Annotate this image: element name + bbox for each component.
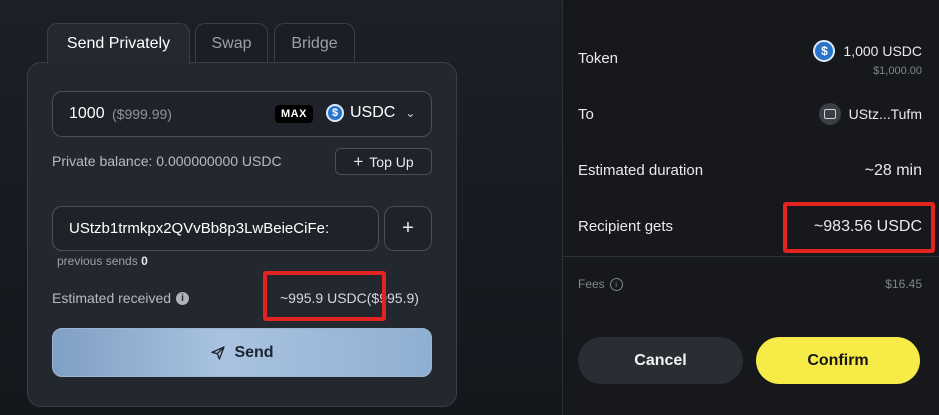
token-fiat: $1,000.00 [873, 65, 922, 77]
highlight-box [263, 271, 386, 321]
add-recipient-button[interactable]: + [384, 206, 432, 251]
send-icon [211, 345, 226, 360]
send-label: Send [234, 343, 274, 361]
token-label: Token [578, 50, 619, 67]
to-address-row: UStz...Tufm [818, 103, 922, 125]
fees-row: Fees i [578, 277, 623, 291]
token-amount-row: $ 1,000 USDC [813, 40, 922, 62]
recipient-gets-label: Recipient gets [578, 218, 674, 235]
tab-label: Bridge [291, 34, 338, 52]
private-balance: Private balance: 0.000000000 USDC [52, 153, 282, 169]
plus-icon: + [353, 152, 364, 171]
wallet-icon [818, 103, 841, 125]
previous-sends: previous sends 0 [57, 254, 148, 268]
previous-sends-label: previous sends [57, 254, 138, 268]
tab-bridge[interactable]: Bridge [274, 23, 355, 63]
confirm-label: Confirm [807, 351, 869, 369]
to-label: To [578, 106, 594, 123]
top-up-label: Top Up [369, 153, 414, 170]
tab-swap[interactable]: Swap [195, 23, 268, 63]
recipient-input[interactable]: UStzb1trmkpx2QVvBb8p3LwBeieCiFe: [52, 206, 379, 251]
estimated-received: Estimated received i [52, 290, 190, 306]
recipient-value: UStzb1trmkpx2QVvBb8p3LwBeieCiFe: [69, 220, 330, 237]
previous-sends-count: 0 [141, 254, 148, 268]
duration-value: ~28 min [864, 162, 922, 179]
chevron-down-icon: ⌄ [405, 106, 416, 120]
divider [563, 256, 939, 257]
info-icon[interactable]: i [176, 291, 190, 305]
max-button[interactable]: MAX [275, 105, 313, 123]
cancel-label: Cancel [634, 351, 687, 369]
top-up-button[interactable]: + Top Up [335, 148, 432, 175]
amount-fiat: ($999.99) [112, 106, 172, 122]
usdc-icon: $ [326, 104, 344, 122]
tab-label: Send Privately [66, 35, 171, 52]
send-button[interactable]: Send [52, 328, 432, 377]
plus-icon: + [402, 217, 414, 239]
amount-value: 1000 [69, 105, 105, 122]
highlight-box [783, 202, 935, 253]
fees-value: $16.45 [885, 277, 922, 291]
duration-label: Estimated duration [578, 162, 704, 179]
token-amount: 1,000 USDC [843, 43, 922, 59]
amount-input[interactable]: 1000 ($999.99) MAX $ USDC ⌄ [52, 91, 432, 137]
send-card: 1000 ($999.99) MAX $ USDC ⌄ Private bala… [27, 62, 457, 407]
token-symbol: USDC [350, 104, 396, 121]
usdc-icon: $ [813, 40, 836, 62]
fees-label: Fees [578, 277, 605, 291]
tab-label: Swap [211, 34, 252, 52]
info-icon[interactable]: i [609, 277, 623, 291]
token-select[interactable]: $ USDC ⌄ [326, 104, 415, 122]
estimated-received-label: Estimated received [52, 290, 172, 306]
confirm-button[interactable]: Confirm [756, 337, 920, 384]
tab-send-privately[interactable]: Send Privately [47, 23, 190, 64]
cancel-button[interactable]: Cancel [578, 337, 743, 384]
to-address: UStz...Tufm [848, 106, 922, 122]
